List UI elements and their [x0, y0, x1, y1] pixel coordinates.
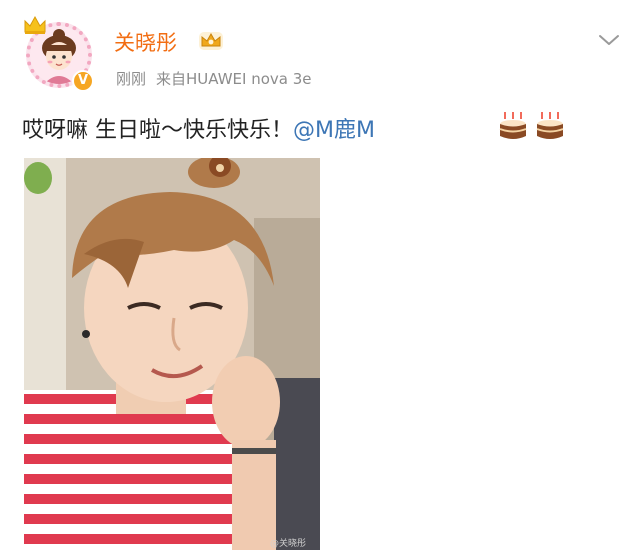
username[interactable]: 关晓彤 — [114, 27, 177, 57]
vip-crown-icon[interactable] — [198, 30, 224, 52]
mention-link[interactable]: @M鹿M — [293, 118, 375, 143]
post-meta: 刚刚 来自HUAWEI nova 3e — [116, 68, 312, 89]
birthday-cake-icon — [536, 112, 564, 139]
post-time: 刚刚 — [116, 70, 147, 88]
crown-icon — [24, 15, 46, 34]
photo-portrait — [24, 158, 320, 550]
post-body: 哎呀嘛 生日啦～快乐快乐！ — [22, 118, 293, 143]
photo-watermark: @关晓彤 — [270, 539, 307, 549]
post-photo[interactable] — [24, 158, 320, 550]
avatar-container[interactable]: V — [22, 14, 100, 92]
chevron-down-icon[interactable] — [598, 33, 620, 47]
post-text: 哎呀嘛 生日啦～快乐快乐！@M鹿M — [22, 112, 375, 144]
weibo-post: V 关晓彤 刚刚 来自HUAWEI nova 3e 哎呀嘛 生日啦～快乐快乐！@M… — [0, 0, 640, 550]
verified-badge: V — [72, 70, 94, 92]
post-source[interactable]: 来自HUAWEI nova 3e — [156, 70, 312, 88]
birthday-cake-icon — [499, 112, 527, 139]
